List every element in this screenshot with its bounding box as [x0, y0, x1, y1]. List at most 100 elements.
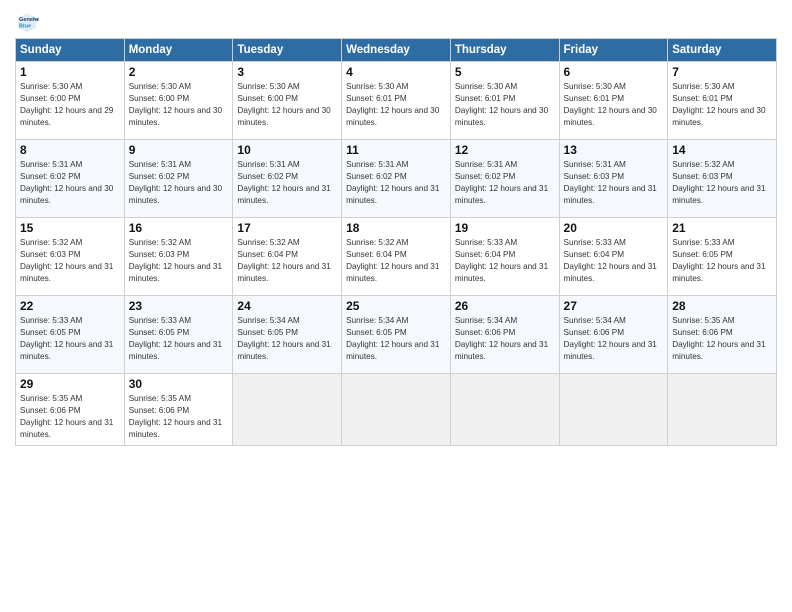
- calendar-cell: 28 Sunrise: 5:35 AMSunset: 6:06 PMDayligh…: [668, 296, 777, 374]
- calendar-cell: 14 Sunrise: 5:32 AMSunset: 6:03 PMDayligh…: [668, 140, 777, 218]
- calendar-cell: [450, 374, 559, 446]
- col-header-tuesday: Tuesday: [233, 39, 342, 62]
- cell-content: Sunrise: 5:32 AMSunset: 6:04 PMDaylight:…: [346, 238, 439, 283]
- calendar-cell: 24 Sunrise: 5:34 AMSunset: 6:05 PMDayligh…: [233, 296, 342, 374]
- week-row-1: 1 Sunrise: 5:30 AMSunset: 6:00 PMDaylight…: [16, 62, 777, 140]
- cell-content: Sunrise: 5:31 AMSunset: 6:02 PMDaylight:…: [129, 160, 222, 205]
- calendar-cell: 18 Sunrise: 5:32 AMSunset: 6:04 PMDayligh…: [342, 218, 451, 296]
- col-header-monday: Monday: [124, 39, 233, 62]
- cell-content: Sunrise: 5:34 AMSunset: 6:06 PMDaylight:…: [455, 316, 548, 361]
- cell-content: Sunrise: 5:34 AMSunset: 6:05 PMDaylight:…: [237, 316, 330, 361]
- cell-content: Sunrise: 5:32 AMSunset: 6:03 PMDaylight:…: [672, 160, 765, 205]
- day-number: 19: [455, 221, 555, 235]
- calendar-table: SundayMondayTuesdayWednesdayThursdayFrid…: [15, 38, 777, 446]
- calendar-cell: 13Sunrise: 5:31 AMSunset: 6:03 PMDayligh…: [559, 140, 668, 218]
- cell-content: Sunrise: 5:35 AMSunset: 6:06 PMDaylight:…: [672, 316, 765, 361]
- calendar-cell: [559, 374, 668, 446]
- calendar-cell: 23 Sunrise: 5:33 AMSunset: 6:05 PMDayligh…: [124, 296, 233, 374]
- day-number: 25: [346, 299, 446, 313]
- day-number: 7: [672, 65, 772, 79]
- calendar-cell: 5Sunrise: 5:30 AMSunset: 6:01 PMDaylight…: [450, 62, 559, 140]
- cell-content: Sunrise: 5:31 AMSunset: 6:02 PMDaylight:…: [455, 160, 548, 205]
- page: General Blue SundayMondayTuesdayWednesda…: [0, 0, 792, 612]
- day-number: 29: [20, 377, 120, 391]
- day-number: 28: [672, 299, 772, 313]
- cell-content: Sunrise: 5:33 AMSunset: 6:05 PMDaylight:…: [129, 316, 222, 361]
- cell-content: Sunrise: 5:31 AMSunset: 6:02 PMDaylight:…: [20, 160, 113, 205]
- svg-text:General: General: [19, 17, 39, 23]
- cell-content: Sunrise: 5:33 AMSunset: 6:04 PMDaylight:…: [455, 238, 548, 283]
- calendar-cell: 22Sunrise: 5:33 AMSunset: 6:05 PMDayligh…: [16, 296, 125, 374]
- logo: General Blue: [15, 10, 43, 34]
- calendar-cell: 29 Sunrise: 5:35 AMSunset: 6:06 PMDayligh…: [16, 374, 125, 446]
- week-row-4: 22Sunrise: 5:33 AMSunset: 6:05 PMDayligh…: [16, 296, 777, 374]
- calendar-cell: 7 Sunrise: 5:30 AMSunset: 6:01 PMDaylight…: [668, 62, 777, 140]
- calendar-cell: 19 Sunrise: 5:33 AMSunset: 6:04 PMDayligh…: [450, 218, 559, 296]
- calendar-cell: 12 Sunrise: 5:31 AMSunset: 6:02 PMDayligh…: [450, 140, 559, 218]
- calendar-cell: 8Sunrise: 5:31 AMSunset: 6:02 PMDaylight…: [16, 140, 125, 218]
- cell-content: Sunrise: 5:35 AMSunset: 6:06 PMDaylight:…: [20, 394, 113, 439]
- col-header-saturday: Saturday: [668, 39, 777, 62]
- calendar-cell: 1 Sunrise: 5:30 AMSunset: 6:00 PMDaylight…: [16, 62, 125, 140]
- cell-content: Sunrise: 5:32 AMSunset: 6:03 PMDaylight:…: [20, 238, 113, 283]
- col-header-sunday: Sunday: [16, 39, 125, 62]
- cell-content: Sunrise: 5:31 AMSunset: 6:02 PMDaylight:…: [346, 160, 439, 205]
- col-header-friday: Friday: [559, 39, 668, 62]
- day-number: 16: [129, 221, 229, 235]
- svg-text:Blue: Blue: [19, 24, 31, 30]
- day-number: 14: [672, 143, 772, 157]
- day-number: 23: [129, 299, 229, 313]
- day-number: 4: [346, 65, 446, 79]
- cell-content: Sunrise: 5:35 AMSunset: 6:06 PMDaylight:…: [129, 394, 222, 439]
- calendar-cell: 21Sunrise: 5:33 AMSunset: 6:05 PMDayligh…: [668, 218, 777, 296]
- calendar-cell: 16 Sunrise: 5:32 AMSunset: 6:03 PMDayligh…: [124, 218, 233, 296]
- cell-content: Sunrise: 5:34 AMSunset: 6:06 PMDaylight:…: [564, 316, 657, 361]
- calendar-cell: 3Sunrise: 5:30 AMSunset: 6:00 PMDaylight…: [233, 62, 342, 140]
- col-header-thursday: Thursday: [450, 39, 559, 62]
- calendar-cell: 11Sunrise: 5:31 AMSunset: 6:02 PMDayligh…: [342, 140, 451, 218]
- cell-content: Sunrise: 5:33 AMSunset: 6:05 PMDaylight:…: [20, 316, 113, 361]
- cell-content: Sunrise: 5:30 AMSunset: 6:01 PMDaylight:…: [455, 82, 548, 127]
- calendar-cell: 15Sunrise: 5:32 AMSunset: 6:03 PMDayligh…: [16, 218, 125, 296]
- day-number: 9: [129, 143, 229, 157]
- calendar-cell: [233, 374, 342, 446]
- week-row-5: 29 Sunrise: 5:35 AMSunset: 6:06 PMDayligh…: [16, 374, 777, 446]
- cell-content: Sunrise: 5:31 AMSunset: 6:02 PMDaylight:…: [237, 160, 330, 205]
- calendar-cell: 25 Sunrise: 5:34 AMSunset: 6:05 PMDayligh…: [342, 296, 451, 374]
- col-header-wednesday: Wednesday: [342, 39, 451, 62]
- cell-content: Sunrise: 5:30 AMSunset: 6:00 PMDaylight:…: [237, 82, 330, 127]
- day-number: 13: [564, 143, 664, 157]
- calendar-cell: 20Sunrise: 5:33 AMSunset: 6:04 PMDayligh…: [559, 218, 668, 296]
- week-row-2: 8Sunrise: 5:31 AMSunset: 6:02 PMDaylight…: [16, 140, 777, 218]
- day-number: 20: [564, 221, 664, 235]
- day-number: 24: [237, 299, 337, 313]
- cell-content: Sunrise: 5:32 AMSunset: 6:04 PMDaylight:…: [237, 238, 330, 283]
- header: General Blue: [15, 10, 777, 34]
- day-number: 27: [564, 299, 664, 313]
- day-number: 12: [455, 143, 555, 157]
- day-number: 30: [129, 377, 229, 391]
- cell-content: Sunrise: 5:30 AMSunset: 6:01 PMDaylight:…: [564, 82, 657, 127]
- calendar-cell: 17 Sunrise: 5:32 AMSunset: 6:04 PMDayligh…: [233, 218, 342, 296]
- calendar-cell: [342, 374, 451, 446]
- calendar-cell: 30 Sunrise: 5:35 AMSunset: 6:06 PMDayligh…: [124, 374, 233, 446]
- calendar-cell: 6 Sunrise: 5:30 AMSunset: 6:01 PMDaylight…: [559, 62, 668, 140]
- day-number: 26: [455, 299, 555, 313]
- day-number: 6: [564, 65, 664, 79]
- calendar-cell: 4 Sunrise: 5:30 AMSunset: 6:01 PMDaylight…: [342, 62, 451, 140]
- day-number: 1: [20, 65, 120, 79]
- calendar-cell: 2Sunrise: 5:30 AMSunset: 6:00 PMDaylight…: [124, 62, 233, 140]
- cell-content: Sunrise: 5:30 AMSunset: 6:00 PMDaylight:…: [20, 82, 113, 127]
- week-row-3: 15Sunrise: 5:32 AMSunset: 6:03 PMDayligh…: [16, 218, 777, 296]
- cell-content: Sunrise: 5:30 AMSunset: 6:01 PMDaylight:…: [672, 82, 765, 127]
- calendar-cell: 27 Sunrise: 5:34 AMSunset: 6:06 PMDayligh…: [559, 296, 668, 374]
- calendar-cell: 9 Sunrise: 5:31 AMSunset: 6:02 PMDaylight…: [124, 140, 233, 218]
- header-row: SundayMondayTuesdayWednesdayThursdayFrid…: [16, 39, 777, 62]
- cell-content: Sunrise: 5:30 AMSunset: 6:01 PMDaylight:…: [346, 82, 439, 127]
- day-number: 17: [237, 221, 337, 235]
- day-number: 2: [129, 65, 229, 79]
- day-number: 18: [346, 221, 446, 235]
- calendar-cell: 26 Sunrise: 5:34 AMSunset: 6:06 PMDayligh…: [450, 296, 559, 374]
- cell-content: Sunrise: 5:32 AMSunset: 6:03 PMDaylight:…: [129, 238, 222, 283]
- cell-content: Sunrise: 5:34 AMSunset: 6:05 PMDaylight:…: [346, 316, 439, 361]
